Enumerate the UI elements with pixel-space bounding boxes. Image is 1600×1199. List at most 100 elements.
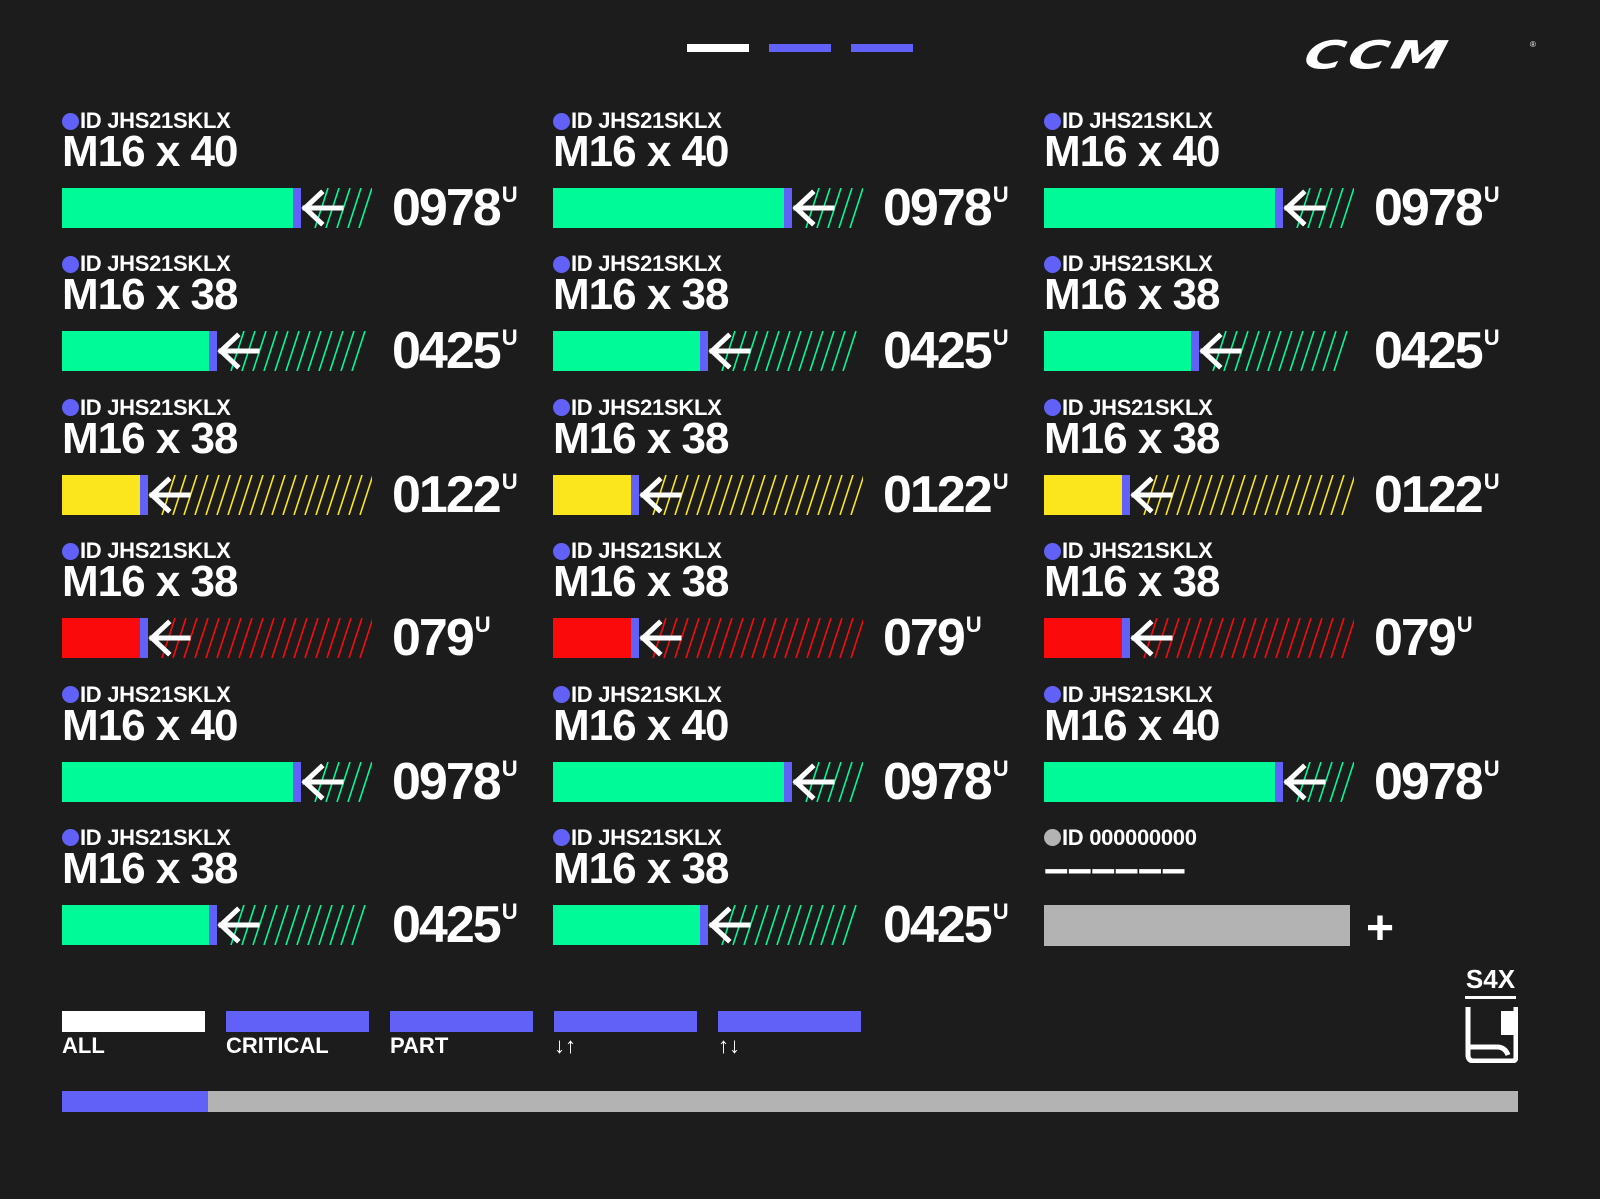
cell-size: M16 x 38: [62, 413, 238, 463]
stock-level-gauge-svg: [62, 761, 372, 802]
cell-size: M16 x 38: [553, 413, 729, 463]
horizontal-scrollbar[interactable]: [62, 1091, 1518, 1112]
count-unit: U: [501, 182, 518, 207]
cell-count: 0978U: [392, 182, 518, 234]
cell-count: 0425U: [392, 899, 518, 951]
cell-size: M16 x 40: [553, 700, 729, 750]
count-unit: U: [1456, 612, 1473, 638]
stock-cell[interactable]: ID JHS21SKLX M16 x 40 0978U: [62, 108, 553, 251]
stock-level-gauge-svg: [62, 618, 372, 659]
scrollbar-thumb[interactable]: [62, 1091, 208, 1112]
filter-tab-1[interactable]: ALL: [62, 1011, 205, 1058]
stock-level-gauge: [1044, 188, 1354, 228]
remaining-hatch: [161, 618, 372, 659]
inventory-grid: ID JHS21SKLX M16 x 40 0978U ID JHS21SKLX M16…: [62, 108, 1535, 968]
stock-level-marker: [1122, 618, 1130, 659]
stock-cell[interactable]: ID JHS21SKLX M16 x 40 0978U: [1044, 682, 1535, 825]
cell-count: 0425U: [883, 325, 1009, 377]
stock-cell[interactable]: ID JHS21SKLX M16 x 38 079U: [553, 538, 1044, 681]
registered-mark: ®: [1530, 40, 1536, 49]
stock-level-gauge: [553, 904, 863, 945]
cell-count: 0122U: [1374, 469, 1500, 521]
cell-count: 0978U: [883, 182, 1009, 234]
count-value: 0122: [1374, 465, 1484, 524]
stock-level-marker: [209, 904, 217, 945]
cell-size: M16 x 38: [1044, 270, 1220, 320]
stock-level-fill: [553, 618, 631, 659]
filter-bar-indicator: [62, 1011, 205, 1032]
count-unit: U: [501, 468, 518, 494]
stock-level-fill: [553, 474, 631, 515]
count-unit: U: [992, 898, 1009, 924]
stock-level-fill: [62, 188, 293, 228]
stock-cell[interactable]: ID JHS21SKLX M16 x 38 079U: [1044, 538, 1535, 681]
filter-bar-indicator: [226, 1011, 369, 1032]
stock-level-gauge-svg: [553, 331, 857, 372]
stock-level-gauge: [62, 904, 372, 945]
ccm-logo: CCM: [1299, 32, 1456, 78]
count-unit: U: [1483, 325, 1500, 351]
stock-cell[interactable]: ID JHS21SKLX M16 x 38 0122U: [1044, 395, 1535, 538]
stock-cell[interactable]: ID JHS21SKLX M16 x 38 079U: [62, 538, 553, 681]
stock-cell[interactable]: ID JHS21SKLX M16 x 38 0425U: [62, 825, 553, 968]
stock-level-marker: [631, 474, 639, 515]
filter-label: PART: [390, 1033, 449, 1058]
count-unit: U: [992, 468, 1009, 494]
stock-level-gauge-svg: [1044, 331, 1348, 372]
count-value: 0122: [883, 465, 993, 524]
page-dot-2[interactable]: [769, 44, 831, 52]
filter-tab-4[interactable]: ↓↑: [554, 1011, 697, 1058]
page-dot-3[interactable]: [851, 44, 913, 52]
stock-level-marker: [1122, 474, 1130, 515]
count-value: 079: [392, 609, 475, 668]
page-dot-1[interactable]: [687, 44, 749, 52]
stock-cell[interactable]: ID JHS21SKLX M16 x 40 0978U: [62, 682, 553, 825]
add-item-button[interactable]: +: [1366, 904, 1394, 953]
count-value: 0978: [1374, 752, 1484, 811]
stock-level-gauge-svg: [553, 904, 857, 945]
stock-level-gauge-svg: [553, 188, 863, 228]
count-unit: U: [965, 612, 982, 638]
stock-cell[interactable]: ID JHS21SKLX M16 x 38 0425U: [1044, 251, 1535, 394]
count-unit: U: [1483, 468, 1500, 494]
stock-level-gauge: [62, 761, 372, 802]
stock-cell[interactable]: ID JHS21SKLX M16 x 38 0425U: [553, 251, 1044, 394]
cell-size: M16 x 38: [553, 843, 729, 893]
stock-level-gauge-svg: [1044, 761, 1354, 802]
filter-label: ↓↑: [554, 1033, 576, 1058]
stock-cell[interactable]: ID JHS21SKLX M16 x 38 0425U: [553, 825, 1044, 968]
stock-level-gauge-svg: [1044, 474, 1354, 515]
stock-level-gauge-svg: [62, 474, 372, 515]
stock-cell[interactable]: ID JHS21SKLX M16 x 40 0978U: [553, 682, 1044, 825]
count-unit: U: [474, 612, 491, 638]
stock-cell[interactable]: ID JHS21SKLX M16 x 40 0978U: [553, 108, 1044, 251]
stock-level-gauge-svg: [62, 331, 366, 372]
stock-level-marker: [140, 474, 148, 515]
count-unit: U: [501, 898, 518, 924]
filter-bar-indicator: [390, 1011, 533, 1032]
filter-tab-5[interactable]: ↑↓: [718, 1011, 861, 1058]
stock-level-marker: [784, 761, 792, 802]
cell-size: M16 x 38: [62, 557, 238, 607]
stock-cell[interactable]: ID 000000000 –––––– +: [1044, 825, 1535, 968]
stock-level-gauge: [553, 761, 863, 802]
stock-level-gauge: [553, 331, 863, 372]
count-unit: U: [501, 755, 518, 781]
count-value: 079: [1374, 609, 1457, 668]
stock-cell[interactable]: ID JHS21SKLX M16 x 38 0122U: [553, 395, 1044, 538]
filter-tab-3[interactable]: PART: [390, 1011, 533, 1058]
stock-level-marker: [631, 618, 639, 659]
stock-level-marker: [700, 331, 708, 372]
stock-level-gauge: [1044, 618, 1354, 659]
remaining-hatch: [161, 474, 372, 515]
stock-cell[interactable]: ID JHS21SKLX M16 x 40 0978U: [1044, 108, 1535, 251]
count-unit: U: [1483, 755, 1500, 781]
stock-cell[interactable]: ID JHS21SKLX M16 x 38 0425U: [62, 251, 553, 394]
cell-count: 0122U: [883, 469, 1009, 521]
stock-cell[interactable]: ID JHS21SKLX M16 x 38 0122U: [62, 395, 553, 538]
count-unit: U: [1483, 182, 1500, 207]
filter-tab-2[interactable]: CRITICAL: [226, 1011, 369, 1058]
cell-count: 0122U: [392, 469, 518, 521]
stock-level-marker: [1191, 331, 1199, 372]
count-value: 0425: [392, 322, 502, 381]
